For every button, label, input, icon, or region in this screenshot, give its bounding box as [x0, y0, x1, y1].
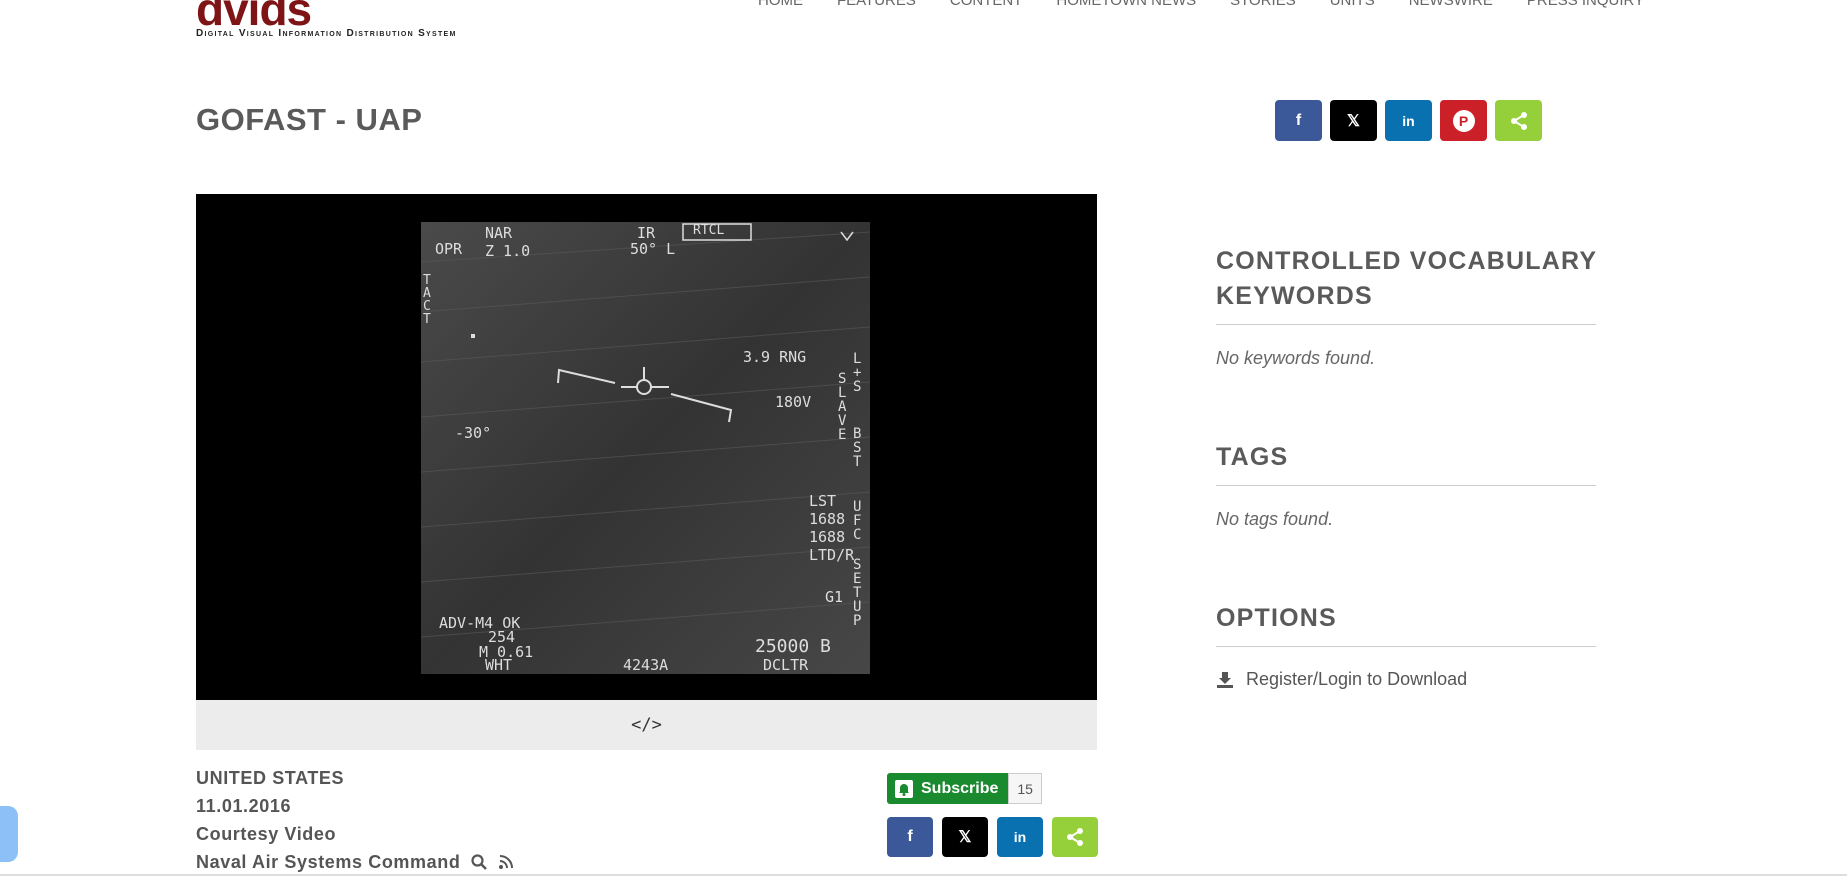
hud-heading: 180V [775, 393, 812, 411]
nav-home[interactable]: HOME [758, 0, 803, 9]
hud-ltd: LTD/R [809, 546, 855, 564]
linkedin-icon: in [1402, 112, 1415, 129]
nav-units[interactable]: UNITS [1330, 0, 1375, 9]
download-icon [1217, 671, 1233, 688]
nav-newswire[interactable]: NEWSWIRE [1409, 0, 1493, 9]
x-icon: 𝕏 [958, 829, 972, 846]
options-divider [1216, 646, 1596, 647]
facebook-icon: f [1295, 111, 1302, 129]
subscribe-label: Subscribe [921, 779, 999, 797]
hud-g1: G1 [825, 588, 844, 606]
hud-code: 4243A [623, 656, 669, 674]
download-link[interactable]: Register/Login to Download [1216, 669, 1467, 690]
page-title: GOFAST - UAP [196, 102, 423, 137]
pinterest-icon: P [1452, 109, 1475, 132]
video-meta: UNITED STATES 11.01.2016 Courtesy Video … [196, 764, 514, 876]
options-heading: OPTIONS [1216, 604, 1337, 632]
page-bottom-border [0, 874, 1847, 876]
keywords-divider [1216, 324, 1596, 325]
linkedin-share-button-bottom[interactable]: in [997, 817, 1043, 857]
meta-unit-link[interactable]: Naval Air Systems Command [196, 848, 460, 876]
linkedin-share-button[interactable]: in [1385, 100, 1432, 141]
nav-hometown-news[interactable]: HOMETOWN NEWS [1056, 0, 1196, 9]
rss-icon[interactable] [498, 854, 514, 870]
share-icon [1067, 828, 1083, 846]
hud-num1: 1688 [809, 510, 846, 528]
share-button[interactable] [1495, 100, 1542, 141]
share-icon [1510, 111, 1527, 130]
meta-date: 11.01.2016 [196, 796, 292, 816]
facebook-icon: f [907, 828, 913, 845]
main-nav: HOME FEATURES CONTENT HOMETOWN NEWS STOR… [758, 0, 1678, 9]
hud-slave: SLAVE [838, 371, 847, 443]
meta-country: UNITED STATES [196, 768, 345, 788]
tags-empty: No tags found. [1216, 509, 1334, 529]
meta-unit-row: Naval Air Systems Command [196, 848, 514, 876]
keywords-empty: No keywords found. [1216, 348, 1376, 368]
keywords-heading-line1: CONTROLLED VOCABULARY [1216, 247, 1598, 275]
share-bar-bottom: f 𝕏 in [887, 817, 1098, 857]
nav-content[interactable]: CONTENT [950, 0, 1023, 9]
nav-features[interactable]: FEATURES [837, 0, 916, 9]
hud-zoom: Z 1.0 [485, 242, 531, 260]
logo-subtitle: Digital Visual Information Distribution … [196, 28, 457, 39]
hud-setup: SETUP [853, 557, 862, 629]
hud-ls: L+S [853, 351, 862, 395]
hud-altitude: 25000 B [755, 636, 831, 657]
hud-rtcl: RTCL [693, 223, 725, 238]
share-button-bottom[interactable] [1052, 817, 1098, 857]
video-texture [421, 222, 870, 674]
facebook-share-button[interactable]: f [1275, 100, 1322, 141]
x-share-button-bottom[interactable]: 𝕏 [942, 817, 988, 857]
hud-nar: NAR [485, 224, 513, 242]
subscribe-widget: Subscribe 15 [887, 773, 1042, 804]
hud-dcltr: DCLTR [763, 656, 809, 674]
hud-num2: 1688 [809, 528, 846, 546]
chat-widget-tab[interactable] [0, 806, 18, 862]
hud-fov: 50° L [630, 240, 676, 258]
hud-ufc: UFC [853, 499, 862, 543]
keywords-heading: CONTROLLED VOCABULARY KEYWORDS [1216, 244, 1597, 314]
bell-icon [895, 779, 913, 798]
share-bar-top: f 𝕏 in P [1275, 100, 1542, 141]
facebook-share-button-bottom[interactable]: f [887, 817, 933, 857]
pinterest-share-button[interactable]: P [1440, 100, 1487, 141]
subscribe-button[interactable]: Subscribe [887, 773, 1009, 804]
tags-heading: TAGS [1216, 443, 1289, 471]
embed-code-icon[interactable]: </> [631, 715, 662, 735]
video-frame[interactable]: OPR NAR Z 1.0 IR RTCL 50° L TACT 3.9 RNG… [421, 222, 870, 674]
nav-stories[interactable]: STORIES [1230, 0, 1296, 9]
hud-opr: OPR [435, 240, 463, 258]
embed-bar: </> [196, 700, 1097, 750]
tags-divider [1216, 485, 1596, 486]
hud-bst: BST [853, 426, 862, 470]
hud-lst: LST [809, 492, 837, 510]
subscriber-count: 15 [1008, 773, 1042, 804]
search-icon[interactable] [470, 853, 488, 871]
hud-range: 3.9 RNG [743, 348, 807, 366]
meta-credit: Courtesy Video [196, 824, 337, 844]
keywords-heading-line2: KEYWORDS [1216, 282, 1373, 310]
hud-angle: -30° [455, 424, 492, 442]
hud-wht: WHT [485, 656, 513, 674]
nav-press-inquiry[interactable]: PRESS INQUIRY [1527, 0, 1644, 9]
x-icon: 𝕏 [1347, 112, 1360, 130]
x-share-button[interactable]: 𝕏 [1330, 100, 1377, 141]
hud-tact: TACT [423, 273, 431, 327]
linkedin-icon: in [1013, 829, 1027, 845]
download-label: Register/Login to Download [1246, 669, 1468, 689]
